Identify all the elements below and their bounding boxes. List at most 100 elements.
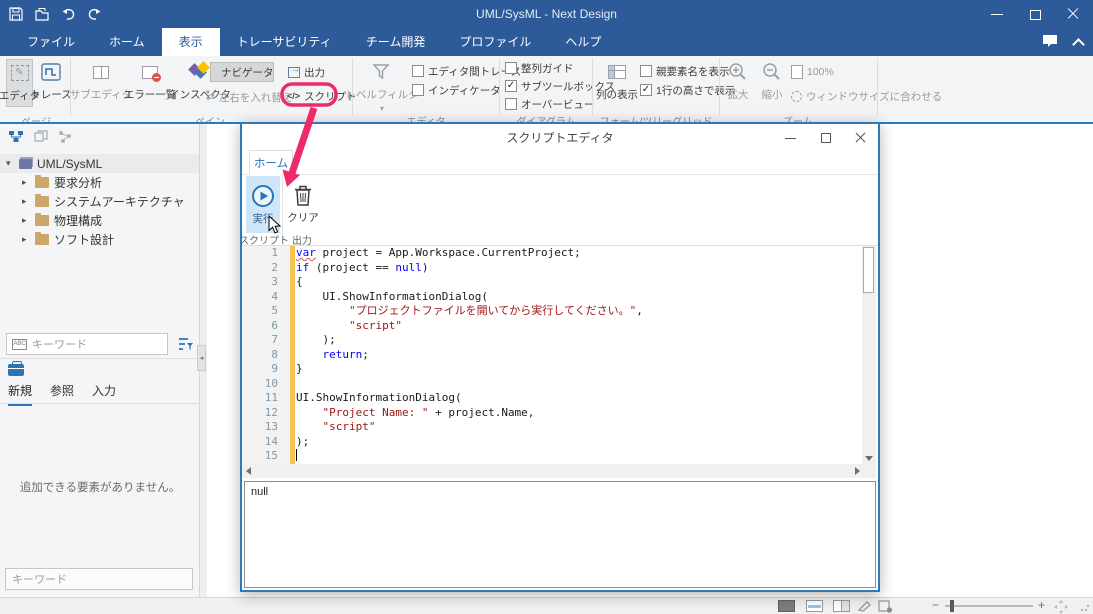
keyword-search-box[interactable]: ABC キーワード (6, 333, 168, 355)
editor-page-button[interactable]: ✎ エディタ (6, 59, 33, 107)
zoom-slider-track[interactable] (945, 605, 1033, 607)
zoom-in-button[interactable]: 拡大 (723, 59, 753, 102)
code-line: 10 (242, 377, 864, 392)
unchecked-checkbox-icon (505, 62, 517, 74)
dialog-titlebar[interactable]: スクリプトエディタ (242, 124, 878, 150)
tree-root-item[interactable]: ▾ UML/SysML (0, 154, 199, 173)
menu-tab[interactable]: 表示 (162, 28, 220, 56)
navigator-toggle[interactable]: ナビゲータ (210, 62, 274, 82)
code-horizontal-scrollbar[interactable] (242, 464, 864, 478)
dialog-tab-home[interactable]: ホーム (249, 150, 293, 175)
errorlist-icon (142, 66, 158, 79)
code-line: 11UI.ShowInformationDialog( (242, 391, 864, 406)
toolbox-keyword-input[interactable]: キーワード (5, 568, 193, 590)
code-vertical-scrollbar[interactable] (862, 246, 876, 464)
tree-item[interactable]: ▸ システムアーキテクチャ (0, 192, 199, 211)
copy-tree-icon[interactable] (34, 130, 48, 146)
expander-icon[interactable]: ▸ (22, 196, 30, 207)
toolbox-icon (8, 364, 24, 376)
dialog-minimize-button[interactable] (785, 132, 796, 143)
line-number: 14 (242, 435, 284, 450)
subeditor-button[interactable]: サブエディタ (76, 59, 126, 102)
folder-icon (35, 215, 49, 226)
vertical-split-icon[interactable] (833, 600, 850, 612)
menu-tab[interactable]: トレーサビリティ (220, 28, 349, 56)
output-pane-button[interactable]: → 出力 (288, 62, 325, 82)
expander-icon[interactable]: ▸ (22, 177, 30, 188)
project-icon[interactable] (34, 6, 50, 22)
line-number: 1 (242, 246, 284, 261)
horizontal-split-icon[interactable] (806, 600, 823, 612)
fit-window-button[interactable]: ウィンドウサイズに合わせる (791, 86, 942, 106)
ribbon-checkbox[interactable]: 親要素名を表示 (640, 63, 735, 79)
feedback-icon[interactable] (1042, 34, 1058, 51)
statusbar: − + (0, 597, 1093, 614)
zoom-slider-minus[interactable]: − (932, 598, 939, 612)
code-line: 15 (242, 449, 864, 464)
trace-page-button[interactable]: トレース (36, 59, 66, 102)
line-number: 11 (242, 391, 284, 406)
errorlist-button[interactable]: エラー一覧 (126, 59, 174, 102)
column-display-button[interactable]: 列の表示 (596, 59, 638, 102)
level-filter-icon (372, 59, 392, 85)
collapse-ribbon-icon[interactable] (1072, 38, 1085, 51)
relation-tree-icon[interactable] (58, 130, 72, 146)
ribbon-checkbox[interactable]: ✓1行の高さで表示 (640, 82, 735, 98)
run-script-button[interactable]: 実行 (246, 176, 280, 233)
code-line: 6 "script" (242, 319, 864, 334)
menu-tab[interactable]: チーム開発 (349, 28, 443, 56)
line-number: 3 (242, 275, 284, 290)
page-settings-icon[interactable] (878, 600, 893, 614)
save-icon[interactable] (8, 6, 24, 22)
menu-tab[interactable]: ファイル (10, 28, 92, 56)
menu-tab[interactable]: プロファイル (442, 28, 548, 56)
expander-icon[interactable]: ▸ (22, 215, 30, 226)
expander-icon[interactable]: ▾ (6, 158, 14, 169)
tree-item-label: システムアーキテクチャ (54, 193, 185, 210)
undo-icon[interactable] (60, 6, 76, 22)
expander-icon[interactable]: ▸ (22, 234, 30, 245)
resize-grip[interactable] (1080, 602, 1090, 612)
tree-filter-button[interactable] (176, 334, 196, 354)
level-filter-button[interactable]: レベルフィルタ ▾ (356, 59, 408, 113)
line-number: 7 (242, 333, 284, 348)
tree-item[interactable]: ▸要求分析 (0, 173, 199, 192)
unchecked-checkbox-icon (505, 98, 517, 110)
fit-window-icon (791, 91, 802, 102)
model-tree-icon[interactable] (8, 130, 24, 146)
trash-icon (293, 184, 313, 207)
line-number: 12 (242, 406, 284, 421)
zoom-value[interactable]: 100% (791, 62, 834, 82)
menu-tab[interactable]: ホーム (92, 28, 162, 56)
clear-output-button[interactable]: クリア (286, 176, 320, 233)
close-button[interactable] (1067, 8, 1079, 20)
maximize-button[interactable] (1029, 8, 1041, 20)
swap-panes-button[interactable]: ⇄ 左右を入れ替え (206, 87, 292, 107)
tree-item[interactable]: ▸ 物理構成 (0, 211, 199, 230)
script-output-panel[interactable]: null (244, 481, 876, 588)
dialog-close-button[interactable] (855, 132, 866, 143)
tree-root-label: UML/SysML (37, 157, 102, 171)
tree-item-label: 物理構成 (54, 212, 102, 229)
trace-icon (41, 59, 61, 85)
menu-tab[interactable]: ヘルプ (548, 28, 618, 56)
editor-icon: ✎ (11, 65, 29, 81)
zoom-out-button[interactable]: 縮小 (757, 59, 787, 102)
code-editor[interactable]: 1var project = App.Workspace.CurrentProj… (242, 246, 864, 464)
code-line: 2if (project == null) (242, 261, 864, 276)
model-tree: ▾ UML/SysML ▸要求分析▸システムアーキテクチャ▸物理構成▸ソフト設計 (0, 154, 199, 249)
redo-icon[interactable] (86, 6, 102, 22)
model-icon (19, 159, 32, 169)
output-text: null (251, 486, 268, 498)
dialog-maximize-button[interactable] (820, 132, 831, 143)
zoom-slider-plus[interactable]: + (1038, 598, 1045, 612)
zoom-slider-thumb[interactable] (950, 600, 954, 612)
minimize-button[interactable] (991, 8, 1003, 20)
fit-view-icon[interactable] (1054, 600, 1068, 614)
tree-item[interactable]: ▸ソフト設計 (0, 230, 199, 249)
sidebar-collapse-handle[interactable]: ◂ (197, 345, 206, 371)
format-icon[interactable] (858, 600, 872, 614)
zoom-page-icon (791, 65, 803, 79)
dialog-title: スクリプトエディタ (242, 129, 878, 146)
single-pane-icon[interactable] (778, 600, 795, 612)
